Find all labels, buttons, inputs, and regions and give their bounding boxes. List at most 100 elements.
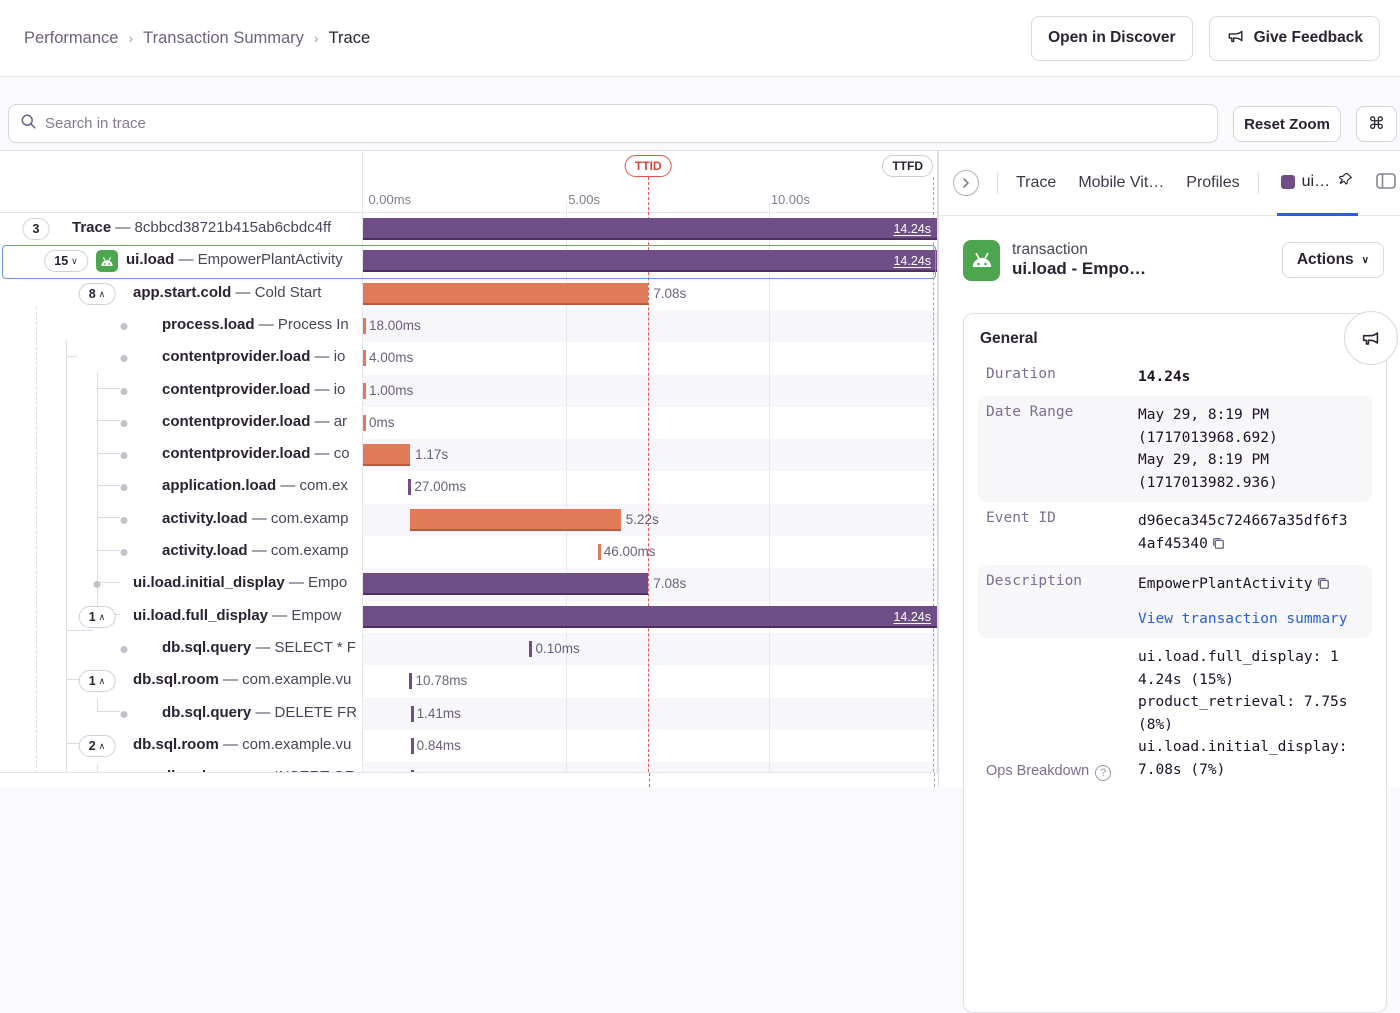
span-duration-tick[interactable] [363, 383, 366, 399]
waterfall-row-Trace[interactable]: 14.24s [363, 213, 937, 245]
search-box[interactable] [8, 104, 1218, 143]
waterfall-row-db.sql.query[interactable]: 0.10ms [363, 633, 937, 665]
span-duration-label: 0.10ms [535, 641, 579, 656]
tree-row-contentprovider.load[interactable]: contentprovider.load — io [0, 375, 362, 407]
copy-icon[interactable] [1316, 578, 1330, 594]
span-duration-label: 5.22s [626, 512, 659, 527]
tree-row-ui.load.initial_display[interactable]: ui.load.initial_display — Empo [0, 568, 362, 600]
general-row-event-id: Event IDd96eca345c724667a35df6f34af45340 [978, 502, 1372, 565]
search-input[interactable] [45, 115, 1206, 132]
copy-icon[interactable] [1211, 538, 1225, 554]
span-label: activity.load — com.examp [162, 542, 348, 559]
tree-connector-stub [97, 388, 120, 389]
span-duration-label: 0.84ms [417, 738, 461, 753]
span-duration-tick[interactable] [598, 544, 601, 560]
span-duration-tick[interactable] [529, 641, 532, 657]
waterfall-row-contentprovider.load[interactable]: 0ms [363, 407, 937, 439]
view-transaction-summary-link[interactable]: View transaction summary [1138, 608, 1353, 630]
span-duration-label: 7.08s [653, 576, 686, 591]
leaf-bullet-icon [121, 388, 128, 395]
waterfall-row-db.sql.query[interactable]: 2.78ms [363, 762, 937, 773]
span-count-badge[interactable]: 1∧ [79, 670, 116, 692]
span-label: Trace — 8cbbcd38721b415ab6cbdc4ff [72, 219, 331, 236]
waterfall-row-app.start.cold[interactable]: 7.08s [363, 278, 937, 310]
span-label: ui.load.full_display — Empow [133, 607, 341, 624]
span-count-badge[interactable]: 3 [23, 218, 50, 240]
span-duration-bar[interactable] [363, 444, 410, 466]
leaf-bullet-icon [121, 711, 128, 718]
span-duration-bar[interactable] [363, 606, 937, 628]
tree-row-process.load[interactable]: process.load — Process In [0, 310, 362, 342]
open-in-discover-button[interactable]: Open in Discover [1031, 16, 1192, 61]
tree-row-db.sql.query[interactable]: db.sql.query — DELETE FR [0, 698, 362, 730]
top-header: Performance›Transaction Summary›Trace Op… [0, 0, 1400, 77]
span-count-badge[interactable]: 8∧ [79, 283, 116, 305]
waterfall-row-ui.load.full_display[interactable]: 14.24s [363, 601, 937, 633]
span-duration-label: 46.00ms [604, 544, 656, 559]
waterfall-row-application.load[interactable]: 27.00ms [363, 471, 937, 503]
breadcrumb-transaction-summary[interactable]: Transaction Summary [143, 29, 304, 48]
span-count-badge[interactable]: 15∨ [44, 250, 88, 272]
waterfall-row-contentprovider.load[interactable]: 1.00ms [363, 375, 937, 407]
span-duration-bar[interactable] [363, 218, 937, 240]
tab-mobile-vit-[interactable]: Mobile Vit… [1078, 174, 1164, 192]
tree-row-application.load[interactable]: application.load — com.ex [0, 471, 362, 503]
waterfall-row-activity.load[interactable]: 5.22s [363, 504, 937, 536]
waterfall-row-ui.load[interactable]: 14.24s [363, 245, 937, 277]
span-duration-tick[interactable] [363, 318, 366, 334]
waterfall-row-process.load[interactable]: 18.00ms [363, 310, 937, 342]
tree-row-db.sql.room[interactable]: 1∧db.sql.room — com.example.vu [0, 665, 362, 697]
trace-view: 3Trace — 8cbbcd38721b415ab6cbdc4ff15∨ui.… [0, 150, 1400, 787]
tree-row-activity.load[interactable]: activity.load — com.examp [0, 536, 362, 568]
span-label: process.load — Process In [162, 316, 349, 333]
tree-row-db.sql.query[interactable]: db.sql.query — SELECT * F [0, 633, 362, 665]
tree-row-db.sql.room[interactable]: 2∧db.sql.room — com.example.vu [0, 730, 362, 762]
span-duration-tick[interactable] [411, 706, 414, 722]
waterfall-row-contentprovider.load[interactable]: 1.17s [363, 439, 937, 471]
shortcut-command-button[interactable]: ⌘ [1356, 106, 1397, 142]
span-duration-tick[interactable] [408, 479, 411, 495]
span-duration-bar[interactable] [410, 509, 621, 531]
reset-zoom-button[interactable]: Reset Zoom [1233, 106, 1341, 142]
tab-ui-load-active[interactable]: ui… [1277, 151, 1358, 216]
tree-row-activity.load[interactable]: activity.load — com.examp [0, 504, 362, 536]
layout-left-drawer-icon[interactable] [1376, 173, 1396, 194]
pin-icon[interactable] [1337, 171, 1354, 193]
span-duration-tick[interactable] [409, 673, 412, 689]
floating-feedback-button[interactable] [1344, 311, 1398, 365]
transaction-title: ui.load - Empo… [1012, 259, 1146, 279]
give-feedback-button[interactable]: Give Feedback [1209, 16, 1380, 61]
tab-profiles[interactable]: Profiles [1186, 174, 1239, 192]
span-duration-bar[interactable] [363, 573, 648, 595]
tree-row-contentprovider.load[interactable]: contentprovider.load — io [0, 342, 362, 374]
tree-row-db.sql.query[interactable]: db.sql.query — INSERT OR [0, 762, 362, 773]
help-icon[interactable]: ? [1095, 765, 1111, 781]
tree-row-contentprovider.load[interactable]: contentprovider.load — co [0, 439, 362, 471]
trace-toolbar: Reset Zoom ⌘ [0, 77, 1400, 150]
span-count-badge[interactable]: 1∧ [79, 606, 116, 628]
tree-connector-stub [66, 356, 77, 357]
span-duration-bar[interactable] [363, 250, 937, 272]
span-duration-tick[interactable] [363, 350, 366, 366]
span-duration-tick[interactable] [363, 415, 366, 431]
waterfall-row-db.sql.query[interactable]: 1.41ms [363, 698, 937, 730]
tree-row-ui.load.full_display[interactable]: 1∧ ui.load.full_display — Empow [0, 601, 362, 633]
span-duration-bar[interactable] [363, 283, 648, 305]
marker-line-tail [934, 773, 935, 787]
tree-row-ui.load[interactable]: 15∨ui.load — EmpowerPlantActivity [0, 245, 362, 277]
tree-row-Trace[interactable]: 3 Trace — 8cbbcd38721b415ab6cbdc4ff [0, 213, 362, 245]
waterfall-row-contentprovider.load[interactable]: 4.00ms [363, 342, 937, 374]
collapse-drawer-icon[interactable] [953, 170, 979, 196]
tree-row-contentprovider.load[interactable]: contentprovider.load — ar [0, 407, 362, 439]
tab-trace[interactable]: Trace [1016, 174, 1056, 192]
general-row-value: d96eca345c724667a35df6f34af45340 [1138, 510, 1353, 557]
tree-row-app.start.cold[interactable]: 8∧app.start.cold — Cold Start [0, 278, 362, 310]
waterfall-row-activity.load[interactable]: 46.00ms [363, 536, 937, 568]
span-count-badge[interactable]: 2∧ [79, 735, 116, 757]
waterfall-row-ui.load.initial_display[interactable]: 7.08s [363, 568, 937, 600]
span-duration-tick[interactable] [411, 738, 414, 754]
waterfall-row-db.sql.room[interactable]: 10.78ms [363, 665, 937, 697]
waterfall-row-db.sql.room[interactable]: 0.84ms [363, 730, 937, 762]
actions-button[interactable]: Actions ∨ [1282, 242, 1384, 278]
breadcrumb-performance[interactable]: Performance [24, 29, 118, 48]
